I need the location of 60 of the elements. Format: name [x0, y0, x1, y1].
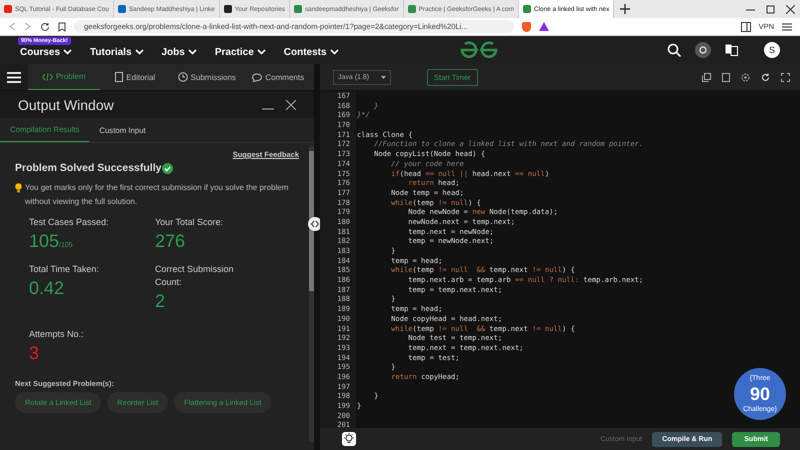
panel-title: Output Window	[18, 96, 114, 112]
problem-tab[interactable]: Editorial	[100, 64, 171, 90]
check-icon	[162, 162, 174, 174]
logo-icon[interactable]	[458, 41, 499, 59]
lightbulb-icon	[15, 183, 22, 193]
avatar[interactable]: S	[764, 42, 780, 58]
copy-icon[interactable]	[702, 72, 711, 82]
scrollbar-thumb[interactable]	[309, 151, 314, 291]
stat-value: 0.42	[29, 277, 64, 300]
caret-icon	[330, 49, 339, 55]
favicon-icon	[408, 5, 416, 13]
theme-toggle-icon[interactable]	[695, 42, 711, 58]
stat-label: Test Cases Passed:	[29, 216, 110, 229]
menu-icon[interactable]	[0, 64, 28, 90]
translate-icon[interactable]	[725, 44, 738, 56]
nav-menu[interactable]: Contests	[284, 46, 339, 58]
caret-icon	[188, 49, 197, 55]
clock-icon	[178, 72, 188, 82]
nav-menu[interactable]: Courses	[20, 46, 72, 58]
shield-icon[interactable]	[522, 22, 531, 32]
stat-value: 105	[29, 230, 60, 253]
plus-icon[interactable]	[620, 4, 630, 14]
favicon-icon	[224, 5, 232, 13]
search-icon[interactable]	[667, 43, 681, 57]
stat-value: 3	[29, 342, 40, 365]
favicon-icon	[118, 5, 126, 13]
menu-icon[interactable]	[782, 22, 792, 32]
bookmark-icon[interactable]	[58, 22, 66, 32]
file-icon[interactable]	[722, 72, 730, 82]
stat-label: Correct Submission Count:	[155, 263, 235, 289]
stat-label: Attempts No.:	[29, 328, 85, 341]
problem-tab[interactable]: Submissions	[171, 64, 242, 90]
fullscreen-icon[interactable]	[781, 72, 790, 82]
reload-icon[interactable]	[40, 22, 50, 32]
favicon-icon	[4, 5, 12, 13]
lightbulb-icon[interactable]	[342, 432, 356, 446]
stat-label: Total Time Taken:	[29, 263, 100, 276]
nav-menu[interactable]: Jobs	[162, 46, 197, 58]
close-icon[interactable]	[286, 100, 296, 110]
caret-icon	[134, 49, 144, 55]
caret-icon	[256, 49, 266, 55]
document-icon	[115, 72, 124, 82]
problem-tab[interactable]: Comments	[242, 64, 314, 90]
nav-menu[interactable]: Tutorials	[90, 46, 144, 58]
chat-icon	[252, 72, 262, 82]
settings-icon[interactable]	[741, 72, 750, 82]
stat-value: 2	[155, 290, 166, 313]
favicon-icon	[294, 5, 302, 13]
reset-icon[interactable]	[761, 72, 770, 82]
problem-tab[interactable]: Problem	[28, 64, 100, 90]
caret-icon	[63, 49, 72, 55]
note-text: You get marks only for the first correct submission if you solve the problem without viewing the full solution.	[25, 182, 290, 208]
code-icon	[42, 72, 53, 80]
stat-label: Your Total Score:	[155, 216, 224, 229]
nav-menu[interactable]: Practice	[214, 46, 266, 58]
sidebar-icon[interactable]	[740, 22, 751, 32]
stat-value: 276	[155, 230, 186, 253]
favicon-icon	[522, 5, 531, 13]
status-heading: Problem Solved Successfully	[15, 162, 162, 174]
caret-icon	[381, 76, 386, 78]
